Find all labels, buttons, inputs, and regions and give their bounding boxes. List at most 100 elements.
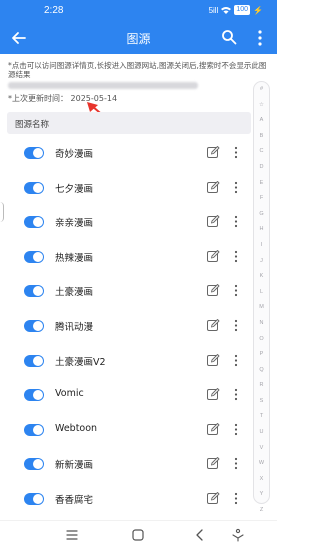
nav-back-icon[interactable] <box>192 527 208 543</box>
more-vert-icon[interactable] <box>234 250 238 263</box>
source-row[interactable]: 奇妙漫画 <box>0 137 255 172</box>
edit-icon[interactable] <box>206 422 220 436</box>
edit-icon[interactable] <box>206 249 220 263</box>
edit-icon[interactable] <box>206 491 220 505</box>
index-letter[interactable]: N <box>254 316 269 332</box>
source-toggle[interactable] <box>24 389 44 402</box>
source-toggle[interactable] <box>24 423 44 436</box>
index-letter[interactable]: ☆ <box>254 98 269 114</box>
system-nav-bar <box>0 520 277 549</box>
home-icon[interactable] <box>130 527 146 543</box>
source-toggle[interactable] <box>24 492 44 505</box>
source-row[interactable]: Webtoon <box>0 414 255 449</box>
index-letter[interactable]: W <box>254 456 269 472</box>
index-letter[interactable]: # <box>254 82 269 98</box>
index-letter[interactable]: P <box>254 347 269 363</box>
source-row[interactable]: 亲亲漫画 <box>0 206 255 241</box>
index-letter[interactable]: V <box>254 441 269 457</box>
status-time: 2:28 <box>44 5 64 16</box>
index-letter[interactable]: Y <box>254 487 269 503</box>
index-letter[interactable]: U <box>254 425 269 441</box>
index-letter[interactable]: B <box>254 129 269 145</box>
edit-icon[interactable] <box>206 283 220 297</box>
source-toggle[interactable] <box>24 250 44 263</box>
menu-icon[interactable] <box>64 527 80 543</box>
source-row[interactable]: 土豪漫画 <box>0 275 255 310</box>
source-toggle[interactable] <box>24 181 44 194</box>
more-vert-icon[interactable] <box>234 457 238 470</box>
edge-handle[interactable] <box>0 202 4 222</box>
source-row[interactable]: 新新漫画 <box>0 448 255 483</box>
info-note: *点击可以访问图源详情页,长按进入图源网站,图源关闭后,搜索时不会显示此图源结果 <box>8 61 267 79</box>
more-vert-icon[interactable] <box>234 284 238 297</box>
edit-icon[interactable] <box>206 180 220 194</box>
more-vert-icon[interactable] <box>234 423 238 436</box>
index-letter[interactable]: T <box>254 409 269 425</box>
index-letter[interactable]: J <box>254 254 269 270</box>
index-letter[interactable]: F <box>254 191 269 207</box>
battery-icon: 100 <box>234 5 251 15</box>
source-name: 土豪漫画V2 <box>55 356 106 368</box>
index-letter[interactable]: K <box>254 269 269 285</box>
source-name: 七夕漫画 <box>55 183 94 195</box>
alphabet-index[interactable]: # ☆ A B C D E F G H I J K L M N O P Q R S T U V W X Y Z <box>253 81 270 513</box>
charging-icon: ⚡ <box>253 5 263 15</box>
source-toggle[interactable] <box>24 319 44 332</box>
index-letter[interactable]: A <box>254 113 269 129</box>
index-letter[interactable]: O <box>254 332 269 348</box>
edit-icon[interactable] <box>206 318 220 332</box>
more-vert-icon[interactable] <box>234 388 238 401</box>
index-letter[interactable]: R <box>254 378 269 394</box>
more-vert-icon[interactable] <box>234 181 238 194</box>
source-row[interactable]: 土豪漫画V2 <box>0 345 255 380</box>
source-name: 亲亲漫画 <box>55 218 94 230</box>
more-vert-icon[interactable] <box>234 492 238 505</box>
source-list: 奇妙漫画七夕漫画亲亲漫画热辣漫画土豪漫画腾讯动漫土豪漫画V2 Vomic Webto… <box>0 137 255 518</box>
more-vert-icon[interactable] <box>255 29 265 47</box>
app-bar: 图源 <box>0 22 277 54</box>
accessibility-icon[interactable] <box>230 527 246 543</box>
status-icons: 5ill 100 ⚡ <box>209 5 263 15</box>
source-toggle[interactable] <box>24 354 44 367</box>
more-vert-icon[interactable] <box>234 319 238 332</box>
edit-icon[interactable] <box>206 214 220 228</box>
index-letter[interactable]: X <box>254 472 269 488</box>
source-row[interactable]: 七夕漫画 <box>0 172 255 207</box>
index-letter[interactable]: M <box>254 300 269 316</box>
more-vert-icon[interactable] <box>234 146 238 159</box>
index-letter[interactable]: H <box>254 222 269 238</box>
source-name: 新新漫画 <box>55 460 94 472</box>
signal-icon: 5ill <box>208 5 219 15</box>
index-letter[interactable]: E <box>254 176 269 192</box>
source-name: 香香腐宅 <box>55 494 94 506</box>
status-bar: 2:28 5ill 100 ⚡ <box>0 0 277 22</box>
index-letter[interactable]: S <box>254 394 269 410</box>
index-letter[interactable]: L <box>254 285 269 301</box>
wifi-icon <box>221 7 232 14</box>
source-row[interactable]: 香香腐宅 <box>0 483 255 518</box>
index-letter[interactable]: I <box>254 238 269 254</box>
source-name: 奇妙漫画 <box>55 149 94 160</box>
source-toggle[interactable] <box>24 458 44 471</box>
edit-icon[interactable] <box>206 353 220 367</box>
search-icon[interactable] <box>221 29 237 45</box>
more-vert-icon[interactable] <box>234 354 238 367</box>
source-row[interactable]: 热辣漫画 <box>0 241 255 276</box>
source-toggle[interactable] <box>24 216 44 229</box>
list-header-label: 图源名称 <box>15 120 50 130</box>
source-name: Webtoon <box>55 422 98 434</box>
edit-icon[interactable] <box>206 387 220 401</box>
index-letter[interactable]: Z <box>254 503 269 519</box>
index-letter[interactable]: G <box>254 207 269 223</box>
edit-icon[interactable] <box>206 456 220 470</box>
index-letter[interactable]: Q <box>254 363 269 379</box>
source-toggle[interactable] <box>24 285 44 298</box>
edit-icon[interactable] <box>206 145 220 159</box>
source-row[interactable]: 腾讯动漫 <box>0 310 255 345</box>
index-letter[interactable]: C <box>254 144 269 160</box>
source-name: 土豪漫画 <box>55 287 94 299</box>
source-toggle[interactable] <box>24 147 44 159</box>
more-vert-icon[interactable] <box>234 215 238 228</box>
source-row[interactable]: Vomic <box>0 379 255 414</box>
index-letter[interactable]: D <box>254 160 269 176</box>
